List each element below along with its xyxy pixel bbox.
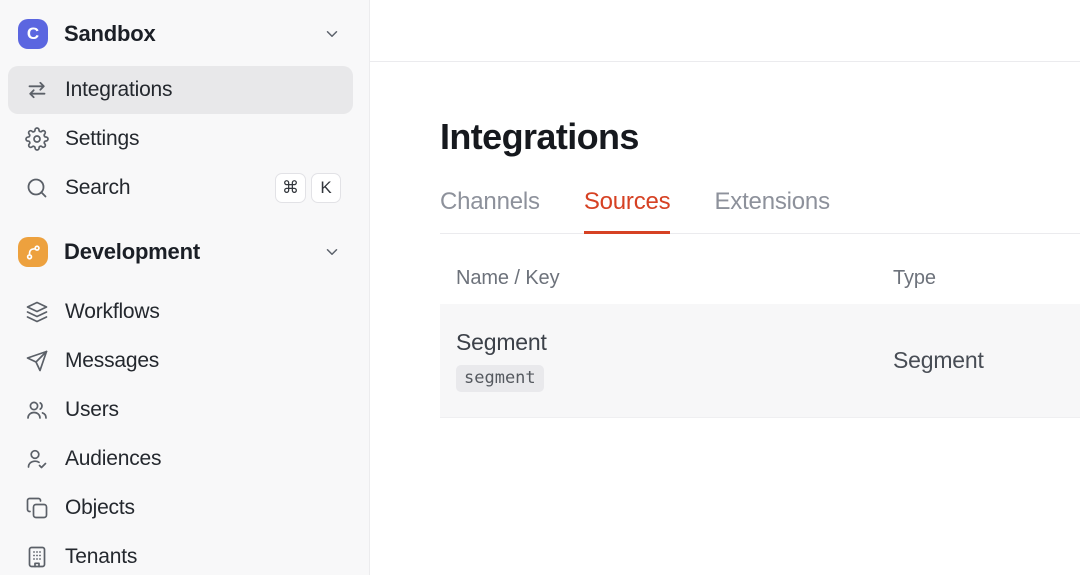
sidebar-item-label: Tenants	[65, 545, 138, 568]
tab-channels[interactable]: Channels	[440, 188, 540, 233]
sidebar-item-label: Messages	[65, 349, 160, 372]
branch-icon	[18, 237, 48, 267]
search-icon	[24, 175, 50, 201]
tab-extensions[interactable]: Extensions	[714, 188, 830, 233]
page-title: Integrations	[440, 116, 639, 157]
users-icon	[24, 397, 50, 423]
sidebar-item-objects[interactable]: Objects	[8, 484, 353, 532]
sidebar-item-audiences[interactable]: Audiences	[8, 435, 353, 483]
sidebar-item-users[interactable]: Users	[8, 386, 353, 434]
gear-icon	[24, 126, 50, 152]
sidebar-section-development[interactable]: Development	[8, 228, 353, 276]
building-icon	[24, 544, 50, 570]
sidebar-item-label: Objects	[65, 496, 135, 519]
swap-arrows-icon	[24, 77, 50, 103]
k-keycap: K	[311, 173, 341, 203]
workspace-logo-letter: C	[26, 24, 40, 43]
search-shortcut: ⌘ K	[275, 173, 341, 203]
sidebar-item-integrations[interactable]: Integrations	[8, 66, 353, 114]
workspace-logo: C	[18, 19, 48, 49]
copy-icon	[24, 495, 50, 521]
integrations-page: Integrations Channels Sources Extensions…	[370, 62, 1080, 418]
paper-plane-icon	[24, 348, 50, 374]
chevron-down-icon	[323, 25, 341, 43]
column-header-name-key: Name / Key	[456, 267, 560, 289]
main-panel: Integrations Channels Sources Extensions…	[370, 0, 1080, 575]
sources-table: Name / Key Type Segment segment Segment	[440, 267, 1080, 418]
sidebar-item-workflows[interactable]: Workflows	[8, 288, 353, 336]
sidebar-item-label: Integrations	[65, 78, 173, 101]
sidebar-item-tenants[interactable]: Tenants	[8, 533, 353, 575]
cmd-keycap: ⌘	[275, 173, 306, 203]
user-check-icon	[24, 446, 50, 472]
integration-type: Segment	[893, 347, 984, 373]
top-bar	[370, 0, 1080, 62]
sidebar: C Sandbox Integrations Settings Search ⌘…	[0, 0, 370, 575]
sidebar-item-label: Users	[65, 398, 119, 421]
table-row[interactable]: Segment segment Segment	[440, 304, 1080, 418]
chevron-down-icon	[323, 243, 341, 261]
integration-name: Segment	[456, 329, 547, 355]
sidebar-item-search[interactable]: Search ⌘ K	[8, 164, 353, 212]
workspace-name: Sandbox	[64, 21, 156, 46]
sidebar-item-settings[interactable]: Settings	[8, 115, 353, 163]
tab-sources[interactable]: Sources	[583, 188, 671, 234]
sidebar-item-label: Search	[65, 176, 131, 199]
column-header-type: Type	[893, 267, 936, 289]
table-header: Name / Key Type	[440, 267, 1080, 304]
sidebar-item-messages[interactable]: Messages	[8, 337, 353, 385]
tab-bar: Channels Sources Extensions	[440, 188, 1080, 234]
sidebar-item-label: Settings	[65, 127, 140, 150]
sidebar-item-label: Audiences	[65, 447, 162, 470]
integration-key-badge: segment	[456, 365, 544, 392]
section-label: Development	[64, 239, 200, 264]
layers-icon	[24, 299, 50, 325]
workspace-switcher[interactable]: C Sandbox	[8, 10, 353, 58]
sidebar-item-label: Workflows	[65, 300, 160, 323]
